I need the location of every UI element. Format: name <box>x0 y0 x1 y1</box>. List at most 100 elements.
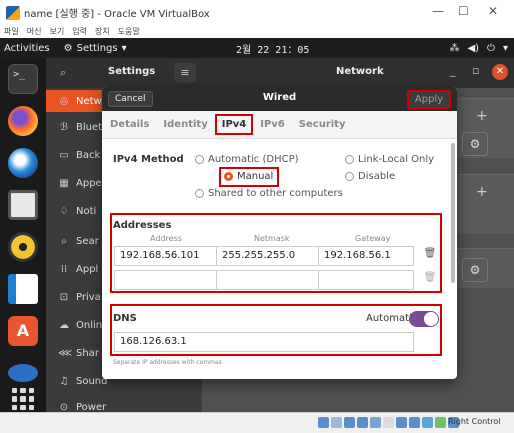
wired-dialog: Wired Cancel Apply Details Identity IPv4… <box>102 87 457 379</box>
window-title: name [실행 중] - Oracle VM VirtualBox <box>24 9 210 20</box>
settings-minimize-button[interactable]: _ <box>450 64 456 77</box>
rhythmbox-icon[interactable] <box>8 232 38 262</box>
search-icon: ⌕ <box>61 235 67 247</box>
system-tray[interactable]: ⁂ ◀) ⏻ ▾ <box>449 43 508 54</box>
radio-label: Disable <box>358 171 396 182</box>
applications-icon: ⁞⁞ <box>60 263 68 275</box>
notifications-icon: ♤ <box>59 205 69 217</box>
tab-ipv6[interactable]: IPv6 <box>260 115 285 134</box>
radio-label: Shared to other computers <box>208 188 343 199</box>
menu-devices[interactable]: 장치 <box>95 26 110 37</box>
minimize-button[interactable]: — <box>432 4 444 18</box>
music-note-icon: ♫ <box>59 375 69 387</box>
address-input[interactable] <box>115 271 217 289</box>
radio-label: Automatic (DHCP) <box>208 154 299 165</box>
radio-circle <box>345 172 354 181</box>
add-vpn-plus-icon[interactable]: + <box>476 184 488 200</box>
sidebar-item-label: Priva <box>76 291 101 303</box>
bluetooth-icon: ℬ <box>60 121 68 133</box>
dns-label: DNS <box>113 313 137 324</box>
add-connection-plus-icon[interactable]: + <box>476 108 488 124</box>
appearance-icon: ▦ <box>59 177 69 189</box>
settings-maximize-button[interactable]: ▫ <box>472 64 479 77</box>
ipv4-method-label: IPv4 Method <box>113 154 184 165</box>
app-menu[interactable]: ⚙ Settings ▾ <box>64 43 127 54</box>
app-menu-label: Settings <box>76 42 118 54</box>
sidebar-item-label: Noti <box>76 205 97 217</box>
cancel-button[interactable]: Cancel <box>108 91 153 107</box>
apply-button[interactable]: Apply <box>407 90 451 109</box>
address-input[interactable]: 192.168.56.101 <box>115 247 217 265</box>
menu-help[interactable]: 도움말 <box>118 26 140 37</box>
virtualbox-menu-bar: 파일 머신 보기 입력 장치 도움말 <box>0 25 514 38</box>
volume-icon: ◀) <box>467 42 480 54</box>
radio-automatic-dhcp[interactable]: Automatic (DHCP) <box>195 154 299 165</box>
network-icon: ⁂ <box>449 42 460 54</box>
dns-automatic-toggle[interactable] <box>409 311 439 327</box>
network-icon: ◎ <box>59 95 69 107</box>
files-icon[interactable] <box>8 190 38 220</box>
dns-servers-input[interactable]: 168.126.63.1 <box>114 332 414 352</box>
cloud-icon: ☁ <box>59 319 69 331</box>
sidebar-item-label: Shar <box>76 347 99 359</box>
show-applications-icon[interactable] <box>12 388 34 410</box>
tab-identity[interactable]: Identity <box>163 115 207 134</box>
search-icon[interactable]: ⌕ <box>60 66 66 80</box>
netmask-input[interactable] <box>217 271 319 289</box>
dns-hint-text: Separate IP addresses with commas <box>113 359 222 366</box>
menu-machine[interactable]: 머신 <box>27 26 42 37</box>
thunderbird-icon[interactable] <box>8 148 38 178</box>
sidebar-item-label: Bluet <box>76 121 103 133</box>
radio-circle <box>345 155 354 164</box>
delete-address-trash-icon[interactable]: 🗑 <box>423 272 437 288</box>
addresses-label: Addresses <box>113 220 172 231</box>
libreoffice-writer-icon[interactable] <box>8 274 38 304</box>
dialog-title: Wired <box>262 92 297 103</box>
maximize-button[interactable]: ☐ <box>458 4 469 18</box>
delete-address-trash-icon[interactable]: 🗑 <box>423 248 437 264</box>
radio-link-local-only[interactable]: Link-Local Only <box>345 154 434 165</box>
tab-security[interactable]: Security <box>299 115 346 134</box>
host-key-label: Right Control <box>448 417 501 426</box>
device-status-icons[interactable] <box>318 417 459 428</box>
settings-title: Settings <box>108 66 156 77</box>
tab-details[interactable]: Details <box>110 115 149 134</box>
gnome-top-bar: Activities ⚙ Settings ▾ 2월 22 21：05 ⁂ ◀)… <box>0 38 514 58</box>
virtualbox-logo-icon <box>6 5 20 20</box>
menu-file[interactable]: 파일 <box>4 26 19 37</box>
radio-shared-to-other-computers[interactable]: Shared to other computers <box>195 188 343 199</box>
chevron-down-icon: ▾ <box>121 42 127 54</box>
sidebar-item-label: Onlin <box>76 319 103 331</box>
clock[interactable]: 2월 22 21：05 <box>236 41 309 56</box>
gear-icon: ⚙ <box>63 42 73 54</box>
background-icon: ▭ <box>59 149 69 161</box>
proxy-settings-gear-icon[interactable]: ⚙ <box>462 258 488 282</box>
close-button[interactable]: ✕ <box>488 4 498 18</box>
dialog-scrollbar[interactable] <box>451 143 455 283</box>
netmask-input[interactable]: 255.255.255.0 <box>217 247 319 265</box>
radio-circle <box>195 189 204 198</box>
radio-disable[interactable]: Disable <box>345 171 395 182</box>
help-icon[interactable] <box>8 364 38 382</box>
column-header-gateway: Gateway <box>355 234 391 243</box>
column-header-netmask: Netmask <box>254 234 290 243</box>
radio-circle <box>195 155 204 164</box>
power-icon: ⊙ <box>59 401 69 413</box>
settings-close-button[interactable]: ✕ <box>492 64 508 80</box>
firefox-icon[interactable] <box>8 106 38 136</box>
software-center-icon[interactable]: A <box>8 316 38 346</box>
wired-settings-gear-icon[interactable]: ⚙ <box>462 132 488 156</box>
menu-input[interactable]: 입력 <box>72 26 87 37</box>
hamburger-menu-icon[interactable]: ≡ <box>174 63 196 83</box>
share-icon: ⋘ <box>58 347 73 359</box>
gateway-input[interactable] <box>319 271 413 289</box>
activities-button[interactable]: Activities <box>4 43 50 54</box>
radio-label: Link-Local Only <box>358 154 435 165</box>
menu-view[interactable]: 보기 <box>49 26 64 37</box>
terminal-icon[interactable]: >_ <box>8 64 38 94</box>
privacy-icon: ⊡ <box>59 291 69 303</box>
tab-ipv4[interactable]: IPv4 <box>214 114 254 135</box>
gateway-input[interactable]: 192.168.56.1 <box>319 247 413 265</box>
power-icon: ⏻ <box>487 42 495 54</box>
toggle-knob <box>424 312 438 326</box>
